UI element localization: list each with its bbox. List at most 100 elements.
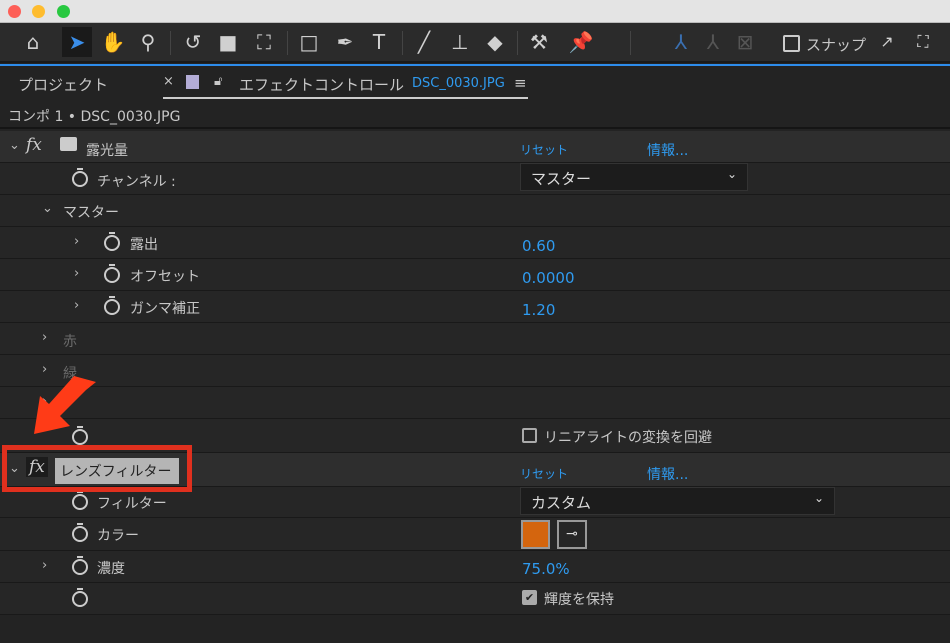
roto-brush-icon[interactable]: ⚒ (524, 27, 554, 57)
effect-badge-icon (60, 137, 77, 151)
selection-icon[interactable]: ➤ (62, 27, 92, 57)
active-tab-underline (163, 97, 528, 99)
tab-project[interactable]: プロジェクト (18, 74, 108, 95)
chevron-right-icon[interactable]: › (42, 362, 47, 377)
arrow-shape (34, 376, 96, 434)
brush-icon[interactable]: ╱ (409, 27, 439, 57)
param-row-exposure: › 露出 0.60 (0, 227, 950, 259)
chevron-down-icon[interactable]: ⌄ (9, 138, 20, 153)
effect-name: 露光量 (86, 143, 128, 159)
checkbox-label: リニアライトの変換を回避 (544, 430, 712, 446)
group-row-blue[interactable]: › (0, 387, 950, 419)
pen-icon[interactable]: ✒ (330, 27, 360, 57)
close-window-button[interactable] (8, 5, 21, 18)
param-row-preserve: ✔ 輝度を保持 (0, 583, 950, 615)
param-label: カラー (97, 528, 139, 544)
param-row-offset: › オフセット 0.0000 (0, 259, 950, 291)
effect-header-exposure[interactable]: ⌄ fx 露光量 リセット 情報... (0, 131, 950, 163)
axis-world-icon[interactable]: ⅄ (698, 27, 728, 57)
window-titlebar (0, 0, 950, 23)
stopwatch-icon[interactable] (72, 588, 88, 607)
stopwatch-icon[interactable] (104, 232, 120, 251)
minimize-window-button[interactable] (32, 5, 45, 18)
param-label: フィルター (97, 496, 167, 512)
fx-icon[interactable]: fx (26, 135, 42, 155)
snap-label: スナップ (806, 36, 867, 54)
info-link[interactable]: 情報... (647, 464, 688, 484)
zoom-window-button[interactable] (57, 5, 70, 18)
filter-dropdown[interactable]: カスタム ⌄ (520, 487, 835, 515)
param-label: 濃度 (97, 561, 125, 577)
lock-icon[interactable]: 🔓︎ (214, 74, 222, 89)
dropdown-value: マスター (531, 170, 592, 188)
stopwatch-icon[interactable] (72, 523, 88, 542)
channel-dropdown[interactable]: マスター ⌄ (520, 163, 748, 191)
zoom-icon[interactable]: ⚲ (133, 27, 163, 57)
stopwatch-icon[interactable] (72, 556, 88, 575)
group-row-green[interactable]: › 緑 (0, 355, 950, 387)
checkbox-label: 輝度を保持 (544, 592, 614, 608)
stopwatch-icon[interactable] (72, 168, 88, 187)
pan-behind-icon[interactable]: ⛶ (249, 27, 279, 57)
expand-icon[interactable]: ⛶ (908, 27, 938, 57)
param-row-color: カラー ⊸ (0, 518, 950, 551)
preserve-luminosity-checkbox[interactable]: ✔ (522, 590, 537, 605)
param-row-channel: チャンネル : マスター ⌄ (0, 163, 950, 195)
param-value[interactable]: 0.60 (522, 237, 555, 255)
param-value[interactable]: 1.20 (522, 301, 555, 319)
dropdown-value: カスタム (531, 494, 592, 512)
eyedropper-icon[interactable]: ⊸ (557, 520, 587, 549)
info-link[interactable]: 情報... (647, 140, 688, 160)
comp-breadcrumb: コンポ 1 • DSC_0030.JPG (0, 100, 950, 129)
camera-icon[interactable]: ■ (213, 27, 243, 57)
puppet-pin-icon[interactable]: 📌 (566, 27, 596, 57)
panel-tab-bar: プロジェクト × 🔓︎ エフェクトコントロール DSC_0030.JPG ≡ (0, 64, 950, 100)
hand-icon[interactable]: ✋ (98, 27, 128, 57)
group-label: 赤 (63, 334, 77, 350)
tab-file-name: DSC_0030.JPG (412, 76, 505, 91)
stopwatch-icon[interactable] (72, 491, 88, 510)
clone-stamp-icon[interactable]: ⊥ (445, 27, 475, 57)
chevron-right-icon[interactable]: › (74, 234, 79, 249)
stopwatch-icon[interactable] (104, 296, 120, 315)
axis-local-icon[interactable]: ⅄ (666, 27, 696, 57)
text-icon[interactable]: T (364, 27, 394, 57)
group-row-master[interactable]: ⌄ マスター (0, 195, 950, 227)
param-label: 露出 (130, 237, 158, 253)
rectangle-icon[interactable]: □ (294, 27, 324, 57)
chevron-down-icon: ⌄ (813, 491, 824, 505)
param-label: チャンネル : (97, 174, 176, 190)
highlight-box (2, 445, 192, 492)
group-label: マスター (63, 205, 119, 221)
chevron-right-icon[interactable]: › (74, 298, 79, 313)
group-row-red[interactable]: › 赤 (0, 323, 950, 355)
close-tab-icon[interactable]: × (163, 74, 174, 89)
stopwatch-icon[interactable] (104, 264, 120, 283)
linear-light-checkbox[interactable] (522, 428, 537, 443)
rotate-icon[interactable]: ↺ (178, 27, 208, 57)
tab-effect-controls[interactable]: エフェクトコントロール (239, 74, 404, 95)
snap-checkbox[interactable] (783, 35, 800, 52)
axis-view-icon[interactable]: ⊠ (730, 27, 760, 57)
param-row-density: › 濃度 75.0% (0, 551, 950, 583)
chevron-right-icon[interactable]: › (42, 558, 47, 573)
eraser-icon[interactable]: ◆ (480, 27, 510, 57)
chevron-down-icon: ⌄ (726, 167, 737, 181)
annotation-arrow (34, 376, 96, 434)
reset-link[interactable]: リセット (520, 465, 568, 482)
reset-link[interactable]: リセット (520, 141, 568, 158)
chevron-right-icon[interactable]: › (42, 330, 47, 345)
param-label: オフセット (130, 269, 200, 285)
param-value[interactable]: 0.0000 (522, 269, 575, 287)
color-swatch[interactable] (521, 520, 550, 549)
panel-menu-icon[interactable]: ≡ (514, 74, 527, 92)
panel-color-swatch (186, 75, 199, 89)
param-row-gamma: › ガンマ補正 1.20 (0, 291, 950, 323)
chevron-right-icon[interactable]: › (74, 266, 79, 281)
toolbar: ⌂ ➤ ✋ ⚲ ↺ ■ ⛶ □ ✒ T ╱ ⊥ ◆ ⚒ 📌 ⅄ ⅄ ⊠ スナップ… (0, 23, 950, 63)
snap-option-icon[interactable]: ↗ (872, 27, 902, 57)
param-label: ガンマ補正 (130, 301, 200, 317)
home-icon[interactable]: ⌂ (18, 27, 48, 57)
chevron-down-icon[interactable]: ⌄ (42, 201, 53, 216)
param-value[interactable]: 75.0% (522, 560, 570, 578)
